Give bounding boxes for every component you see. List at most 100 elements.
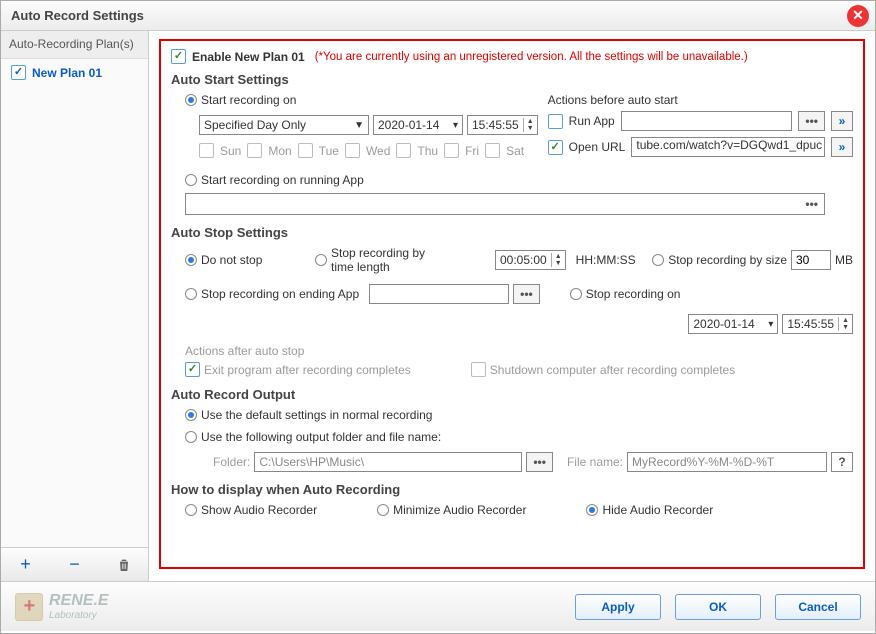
filename-input[interactable]: [627, 452, 827, 472]
start-on-app-input[interactable]: •••: [185, 193, 825, 215]
day-mon-checkbox[interactable]: [247, 143, 262, 158]
start-schedule-row: Specified Day Only ▼ 2020-01-14 ▾ 15:45:…: [199, 115, 538, 135]
autostop-row1: Do not stop Stop recording by time lengt…: [171, 246, 853, 274]
stop-bysize-option: Stop recording by size MB: [652, 250, 853, 270]
donotstop-radio[interactable]: [185, 254, 197, 266]
spin-down-icon[interactable]: ▼: [552, 260, 565, 267]
spin-up-icon[interactable]: ▲: [552, 253, 565, 260]
plan-checkbox[interactable]: [11, 65, 26, 80]
spin-up-icon[interactable]: ▲: [524, 118, 537, 125]
apply-button[interactable]: Apply: [575, 594, 661, 620]
output-custom-radio[interactable]: [185, 431, 197, 443]
filename-help-button[interactable]: ?: [831, 452, 853, 472]
display-show-label: Show Audio Recorder: [201, 503, 317, 517]
day-wed-label: Wed: [366, 144, 390, 158]
display-show-radio[interactable]: [185, 504, 197, 516]
schedule-mode-select[interactable]: Specified Day Only ▼: [199, 115, 369, 135]
chevron-down-icon: ▾: [768, 319, 773, 330]
trash-icon: [116, 557, 132, 573]
ok-button[interactable]: OK: [675, 594, 761, 620]
runapp-input[interactable]: [621, 111, 793, 131]
exit-checkbox[interactable]: [185, 362, 200, 377]
spin-down-icon[interactable]: ▼: [524, 125, 537, 132]
day-mon-label: Mon: [268, 144, 291, 158]
openurl-input[interactable]: tube.com/watch?v=DGQwd1_dpuc: [631, 137, 825, 157]
display-hide-label: Hide Audio Recorder: [602, 503, 713, 517]
openurl-checkbox[interactable]: [548, 140, 563, 155]
close-button[interactable]: ✕: [847, 5, 869, 27]
start-on-app-radio[interactable]: [185, 174, 197, 186]
chevron-down-icon: ▼: [354, 120, 364, 131]
openurl-go-button[interactable]: »: [831, 137, 853, 157]
stop-endapp-browse-button[interactable]: •••: [513, 284, 540, 304]
add-plan-button[interactable]: +: [13, 554, 39, 576]
cancel-button[interactable]: Cancel: [775, 594, 861, 620]
stop-bytime-radio[interactable]: [315, 254, 327, 266]
folder-input[interactable]: [254, 452, 522, 472]
footer: + RENE.E Laboratory Apply OK Cancel: [1, 581, 875, 631]
filename-label: File name:: [567, 455, 623, 469]
ellipsis-icon: •••: [520, 287, 533, 301]
stop-endapp-option: Stop recording on ending App: [185, 287, 359, 301]
day-thu-checkbox[interactable]: [396, 143, 411, 158]
stopon-time-spinner[interactable]: 15:45:55 ▲▼: [782, 314, 853, 334]
unregistered-warning: (*You are currently using an unregistere…: [315, 51, 748, 63]
shutdown-option: Shutdown computer after recording comple…: [471, 362, 735, 377]
stop-endapp-input[interactable]: [369, 284, 509, 304]
start-time-value: 15:45:55: [468, 118, 523, 132]
display-minimize-radio[interactable]: [377, 504, 389, 516]
stopon-date-picker[interactable]: 2020-01-14 ▾: [688, 314, 778, 334]
delete-plan-button[interactable]: [111, 554, 137, 576]
folder-label: Folder:: [213, 455, 250, 469]
day-sat-checkbox[interactable]: [485, 143, 500, 158]
brand-logo: + RENE.E Laboratory: [15, 592, 109, 621]
ellipsis-icon: •••: [805, 197, 818, 211]
folder-browse-button[interactable]: •••: [526, 452, 553, 472]
spin-down-icon[interactable]: ▼: [839, 324, 852, 331]
shutdown-label: Shutdown computer after recording comple…: [490, 363, 735, 377]
start-date-picker[interactable]: 2020-01-14 ▾: [373, 115, 463, 135]
runapp-checkbox[interactable]: [548, 114, 563, 129]
stop-bytime-spinner[interactable]: 00:05:00 ▲▼: [495, 250, 566, 270]
start-on-radio[interactable]: [185, 94, 197, 106]
enable-plan-checkbox[interactable]: [171, 49, 186, 64]
day-sun-checkbox[interactable]: [199, 143, 214, 158]
output-default-label: Use the default settings in normal recor…: [201, 408, 432, 422]
start-on-app-label: Start recording on running App: [201, 173, 364, 187]
sidebar-item-plan-1[interactable]: New Plan 01: [1, 59, 148, 86]
day-sat-label: Sat: [506, 144, 524, 158]
day-wed-checkbox[interactable]: [345, 143, 360, 158]
remove-plan-button[interactable]: −: [62, 554, 88, 576]
stopon-label: Stop recording on: [586, 287, 681, 301]
stop-bysize-label: Stop recording by size: [668, 253, 787, 267]
day-fri-checkbox[interactable]: [444, 143, 459, 158]
sidebar-header: Auto-Recording Plan(s): [1, 31, 148, 59]
stop-endapp-radio[interactable]: [185, 288, 197, 300]
runapp-go-button[interactable]: »: [831, 111, 853, 131]
question-icon: ?: [838, 455, 845, 469]
output-default-row: Use the default settings in normal recor…: [171, 408, 853, 422]
runapp-label: Run App: [569, 114, 615, 128]
day-thu-label: Thu: [417, 144, 438, 158]
shutdown-checkbox[interactable]: [471, 362, 486, 377]
start-time-spinner[interactable]: 15:45:55 ▲▼: [467, 115, 538, 135]
actions-before-label: Actions before auto start: [548, 93, 853, 107]
day-sun-label: Sun: [220, 144, 241, 158]
autostop-title: Auto Stop Settings: [171, 225, 853, 240]
exit-label: Exit program after recording completes: [204, 363, 411, 377]
output-default-radio[interactable]: [185, 409, 197, 421]
stop-bysize-radio[interactable]: [652, 254, 664, 266]
sidebar-toolbar: + −: [1, 547, 148, 581]
day-tue-checkbox[interactable]: [298, 143, 313, 158]
window-title: Auto Record Settings: [11, 8, 144, 23]
runapp-browse-button[interactable]: •••: [798, 111, 825, 131]
stop-bytime-option: Stop recording by time length: [315, 246, 485, 274]
display-minimize-label: Minimize Audio Recorder: [393, 503, 526, 517]
minus-icon: −: [69, 554, 80, 575]
stopon-radio[interactable]: [570, 288, 582, 300]
stop-bysize-input[interactable]: [791, 250, 831, 270]
stop-endapp-label: Stop recording on ending App: [201, 287, 359, 301]
display-hide-radio[interactable]: [586, 504, 598, 516]
spin-up-icon[interactable]: ▲: [839, 317, 852, 324]
runapp-row: Run App ••• »: [548, 111, 853, 131]
